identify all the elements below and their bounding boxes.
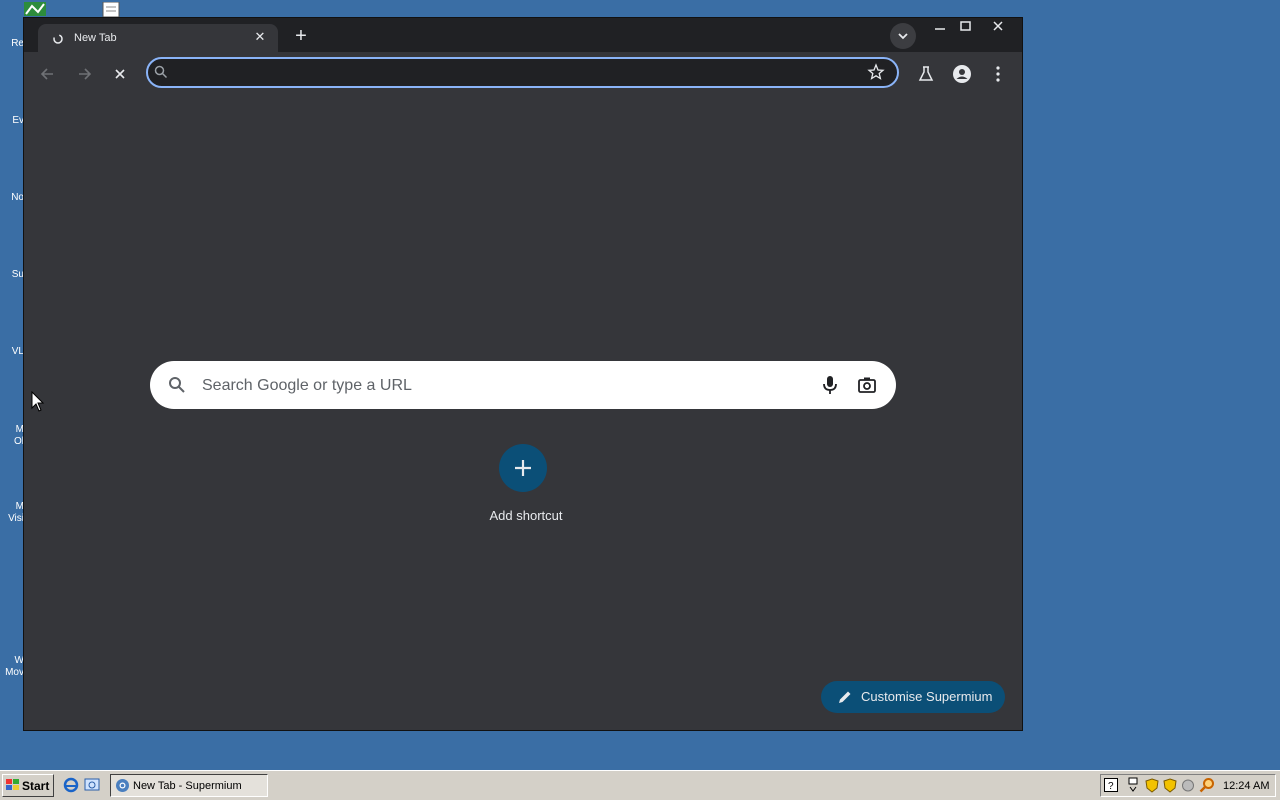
supermium-app-icon bbox=[115, 778, 130, 798]
address-bar[interactable] bbox=[146, 57, 899, 88]
forward-arrow-icon[interactable] bbox=[73, 63, 95, 85]
desktop-icon-label[interactable]: Mov bbox=[4, 667, 24, 679]
desktop-icon-label[interactable]: VL bbox=[4, 346, 24, 358]
volume-icon[interactable] bbox=[1181, 778, 1195, 798]
stop-loading-icon[interactable] bbox=[109, 63, 131, 85]
search-tray-icon[interactable] bbox=[1199, 777, 1215, 798]
desktop-icon-label[interactable]: M bbox=[4, 424, 24, 436]
start-label: Start bbox=[22, 779, 50, 793]
microphone-icon[interactable] bbox=[821, 375, 839, 400]
add-shortcut-button[interactable] bbox=[499, 444, 547, 492]
clock: 12:24 AM bbox=[1223, 780, 1270, 792]
desktop-icon-notepad[interactable] bbox=[102, 1, 124, 18]
more-menu-icon[interactable] bbox=[987, 63, 1009, 85]
new-tab-page: Search Google or type a URL Add shortcut… bbox=[24, 96, 1022, 730]
desktop-icon-label[interactable]: W bbox=[4, 655, 24, 667]
tab-search-button[interactable] bbox=[890, 23, 916, 49]
desktop-icon-image[interactable] bbox=[24, 2, 46, 18]
mouse-cursor bbox=[31, 390, 45, 418]
plus-icon bbox=[515, 460, 531, 476]
system-tray: ? 12:24 AM bbox=[1100, 774, 1276, 797]
profile-avatar-icon[interactable] bbox=[951, 63, 973, 85]
search-icon bbox=[168, 376, 186, 399]
labs-flask-icon[interactable] bbox=[915, 63, 937, 85]
tab-strip: New Tab ✕ + bbox=[24, 18, 1022, 52]
ie-quicklaunch-icon[interactable] bbox=[63, 777, 79, 798]
desktop-icon-label[interactable]: Ev bbox=[4, 115, 24, 127]
taskbar: Start New Tab - Supermium ? 12:24 AM bbox=[0, 770, 1280, 800]
camera-icon[interactable] bbox=[857, 376, 877, 399]
add-shortcut-label: Add shortcut bbox=[489, 508, 563, 523]
new-tab-button[interactable]: + bbox=[290, 26, 312, 48]
loading-icon bbox=[52, 32, 64, 44]
desktop-icon-label[interactable]: No bbox=[4, 192, 24, 204]
desktop-icon-label[interactable]: Re bbox=[4, 38, 24, 50]
desktop-icon-label[interactable]: Su bbox=[4, 269, 24, 281]
customise-button[interactable]: Customise Supermium bbox=[821, 681, 1005, 713]
start-button[interactable]: Start bbox=[2, 774, 54, 797]
tab-close-icon[interactable]: ✕ bbox=[252, 29, 268, 45]
bookmark-star-icon[interactable] bbox=[867, 63, 885, 86]
maximize-button[interactable] bbox=[952, 18, 980, 36]
ntp-search-box[interactable]: Search Google or type a URL bbox=[150, 361, 896, 409]
minimize-button[interactable] bbox=[926, 18, 954, 36]
taskbar-button-supermium[interactable]: New Tab - Supermium bbox=[110, 774, 268, 797]
tab-title: New Tab bbox=[74, 32, 117, 44]
back-arrow-icon[interactable] bbox=[37, 63, 59, 85]
help-icon[interactable]: ? bbox=[1104, 778, 1118, 797]
tab-new-tab[interactable]: New Tab ✕ bbox=[38, 24, 278, 52]
desktop-icon-label[interactable]: Visi bbox=[4, 513, 24, 525]
add-shortcut-tile[interactable]: Add shortcut bbox=[486, 444, 566, 534]
desktop-icon-label[interactable]: Ol bbox=[4, 436, 24, 448]
chevron-down-icon bbox=[898, 33, 908, 40]
search-icon bbox=[154, 65, 168, 84]
close-window-button[interactable] bbox=[984, 18, 1012, 36]
pencil-icon bbox=[837, 689, 853, 710]
security-shield-icon[interactable] bbox=[1145, 778, 1159, 798]
network-icon[interactable] bbox=[1127, 777, 1139, 798]
security-shield-icon-2[interactable] bbox=[1163, 778, 1177, 798]
svg-text:?: ? bbox=[1108, 781, 1114, 792]
desktop-quicklaunch-icon[interactable] bbox=[84, 777, 100, 798]
toolbar bbox=[24, 52, 1022, 96]
search-placeholder: Search Google or type a URL bbox=[202, 377, 412, 394]
taskbar-button-label: New Tab - Supermium bbox=[133, 780, 242, 792]
browser-window: New Tab ✕ + Search Google or type a URL … bbox=[23, 17, 1023, 731]
customise-label: Customise Supermium bbox=[861, 689, 993, 704]
windows-logo-icon bbox=[6, 779, 20, 797]
desktop-icon-label[interactable]: M bbox=[4, 501, 24, 513]
